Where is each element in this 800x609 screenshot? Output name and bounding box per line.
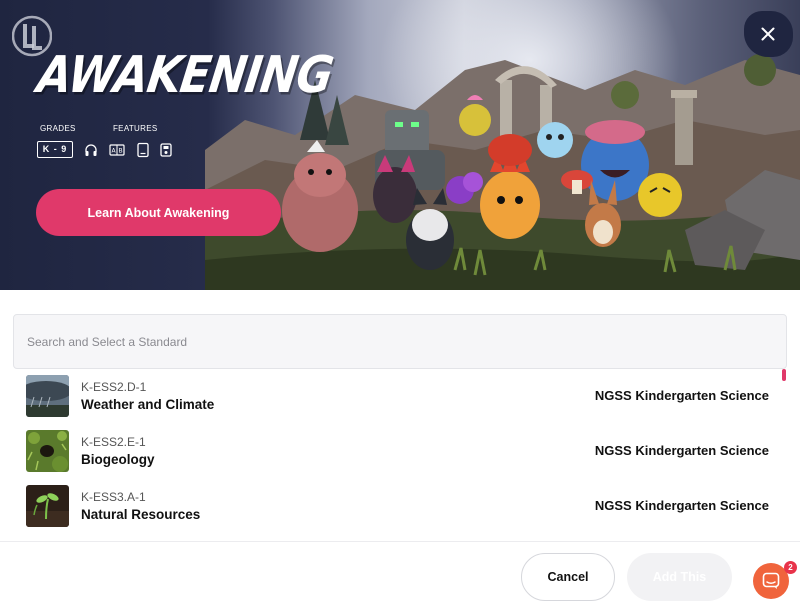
- game-scene-artwork: [205, 54, 800, 290]
- chat-notification-badge: 2: [784, 561, 797, 574]
- burrow-thumbnail: [26, 430, 69, 472]
- game-hero-banner: AWAKENING GRADES FEATURES K - 9 A B Lear…: [0, 0, 800, 290]
- grades-badge: K - 9: [37, 141, 73, 158]
- save-icon: [160, 143, 172, 157]
- standard-name: Weather and Climate: [81, 397, 215, 412]
- standard-name: Biogeology: [81, 452, 155, 467]
- standard-code: K-ESS3.A-1: [81, 490, 146, 504]
- standards-list: K-ESS2.D-1 Weather and Climate NGSS Kind…: [13, 371, 787, 536]
- standard-set: NGSS Kindergarten Science: [594, 443, 769, 458]
- grades-label: GRADES: [40, 124, 76, 133]
- tablet-icon: [137, 142, 149, 158]
- standard-search-input[interactable]: [13, 314, 787, 369]
- standard-set: NGSS Kindergarten Science: [594, 388, 769, 403]
- standard-row-k-ess2-e-1[interactable]: K-ESS2.E-1 Biogeology NGSS Kindergarten …: [13, 426, 787, 476]
- cancel-button[interactable]: Cancel: [521, 553, 615, 601]
- close-button[interactable]: [744, 11, 793, 57]
- standards-modal: AWAKENING GRADES FEATURES K - 9 A B Lear…: [0, 0, 800, 609]
- features-label: FEATURES: [113, 124, 158, 133]
- add-this-button[interactable]: Add This: [627, 553, 732, 601]
- headphones-icon: [85, 144, 97, 156]
- standard-name: Natural Resources: [81, 507, 201, 522]
- learn-about-game-button[interactable]: Learn About Awakening: [36, 189, 281, 236]
- svg-text:A: A: [111, 148, 116, 155]
- seedling-thumbnail: [26, 485, 69, 527]
- ab-translate-icon: A B: [109, 144, 125, 156]
- standard-row-k-ess3-a-1[interactable]: K-ESS3.A-1 Natural Resources NGSS Kinder…: [13, 481, 787, 531]
- storm-clouds-thumbnail: [26, 375, 69, 417]
- standard-code: K-ESS2.E-1: [81, 435, 146, 449]
- standard-set: NGSS Kindergarten Science: [594, 498, 769, 513]
- modal-footer: Cancel Add This 2: [0, 541, 800, 609]
- standard-code: K-ESS2.D-1: [81, 380, 147, 394]
- list-scrollbar[interactable]: [782, 369, 786, 381]
- standard-row-k-ess2-d-1[interactable]: K-ESS2.D-1 Weather and Climate NGSS Kind…: [13, 371, 787, 421]
- chat-icon: [762, 572, 780, 589]
- close-icon: [761, 27, 775, 41]
- svg-text:B: B: [118, 148, 122, 155]
- game-title: AWAKENING: [33, 46, 337, 105]
